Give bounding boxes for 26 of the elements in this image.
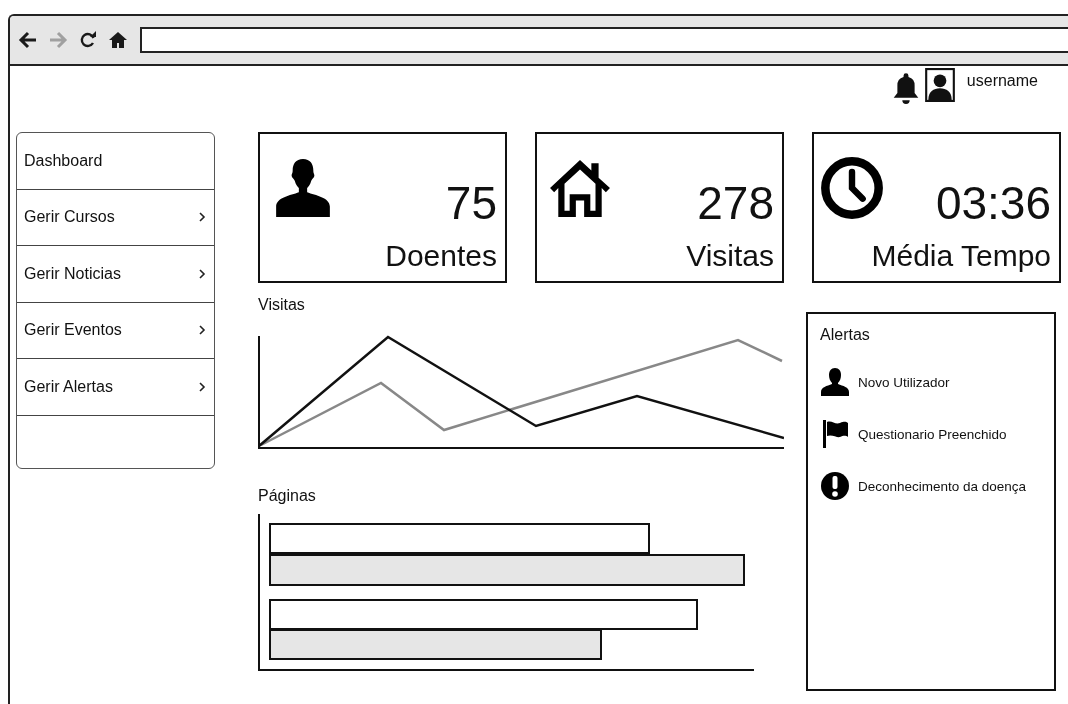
alert-item[interactable]: Novo Utilizador: [858, 374, 950, 390]
sidebar-item[interactable]: Gerir Eventos: [17, 302, 214, 359]
sidebar-item[interactable]: Dashboard: [17, 133, 214, 190]
clock-icon: [820, 156, 884, 220]
sidebar-item[interactable]: Gerir Cursos: [17, 189, 214, 246]
stat-label: Média Tempo: [871, 238, 1051, 274]
reload-icon[interactable]: [78, 30, 98, 50]
alerts-title: Alertas: [820, 326, 871, 344]
alert-item[interactable]: Questionario Preenchido: [858, 426, 1007, 442]
chart-title: Páginas: [258, 487, 317, 505]
exclamation-icon: [820, 471, 850, 501]
home-icon[interactable]: [108, 30, 128, 50]
alert-item[interactable]: Deconhecimento da doença: [858, 478, 1027, 494]
stat-label: Doentes: [385, 238, 497, 274]
stat-label: Visitas: [686, 238, 774, 274]
username[interactable]: username: [966, 72, 1038, 90]
flag-icon: [820, 419, 850, 449]
stat-value: 75: [445, 180, 497, 228]
stat-value: 03:36: [935, 180, 1051, 228]
back-icon[interactable]: [18, 30, 38, 50]
stat-value: 278: [697, 180, 774, 228]
person-icon: [820, 367, 850, 397]
sidebar-item[interactable]: Gerir Noticias: [17, 246, 214, 303]
sidebar-item[interactable]: Gerir Alertas: [17, 359, 214, 416]
avatar-icon[interactable]: [924, 68, 955, 102]
chart-title: Visitas: [258, 296, 306, 314]
